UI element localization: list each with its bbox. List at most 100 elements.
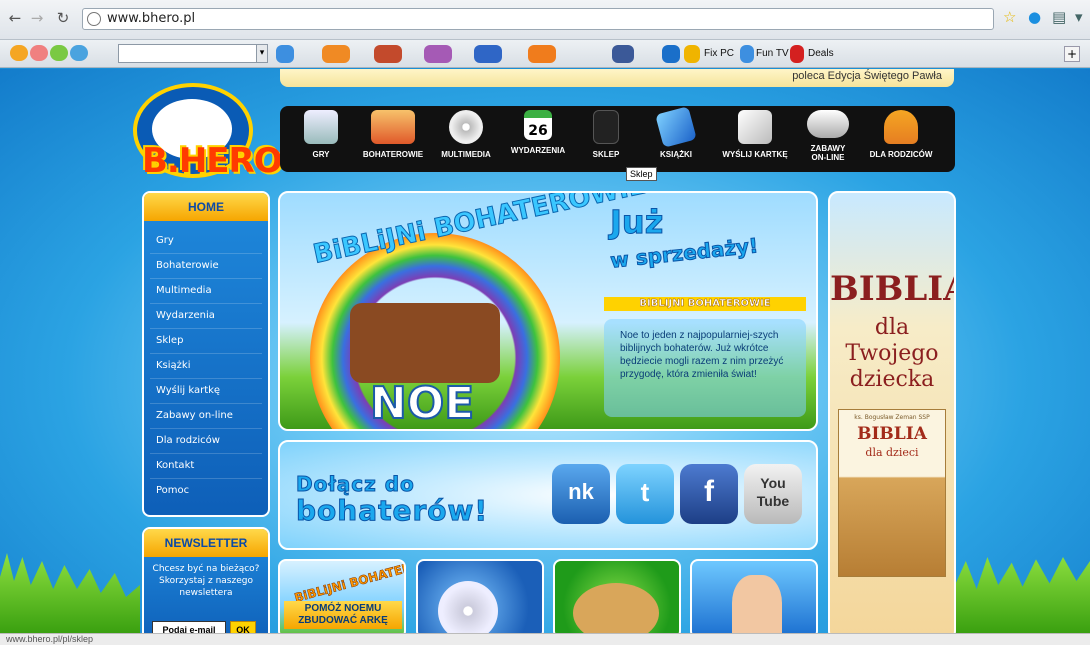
reload-icon[interactable]: ↻: [54, 9, 72, 27]
globe-icon: [87, 12, 101, 26]
facebook-cam-icon[interactable]: [322, 45, 350, 63]
nav-item-wydarzenia[interactable]: 26 WYDARZENIA: [506, 110, 570, 155]
site-logo[interactable]: B.HERO: [130, 71, 283, 181]
tile-kids-photo[interactable]: [690, 559, 818, 633]
hero-series-label: BIBLIJNI BOHATEROWIE: [604, 297, 806, 311]
skype-icon[interactable]: ●: [1028, 8, 1041, 26]
addon-toolbar: ▾ Fix PC Fun TV Deals +: [0, 40, 1090, 68]
tile-ark-game[interactable]: BiBLiJNi BOHATEROWIE POMÓŻ NOEMU ZBUDOWA…: [278, 559, 406, 633]
nav-item-zabawy-online[interactable]: ZABAWY ON-LINE: [804, 110, 852, 162]
ad-title: BIBLIA: [830, 269, 956, 309]
envelope-icon: [738, 110, 772, 144]
book-icon: [655, 106, 697, 148]
back-icon[interactable]: ←: [6, 9, 24, 27]
top-banner[interactable]: poleca Edycja Świętego Pawła: [280, 69, 954, 87]
tile-music[interactable]: [416, 559, 544, 633]
play-icon[interactable]: [276, 45, 294, 63]
sidebar-item-sklep[interactable]: Sklep: [150, 329, 262, 354]
book-author: ks. Bogusław Zeman SSP: [854, 414, 930, 421]
calendar-icon: 26: [524, 110, 552, 140]
add-icon[interactable]: +: [1064, 46, 1080, 62]
sidebar-item-pomoc[interactable]: Pomoc: [150, 479, 262, 504]
chevron-down-icon[interactable]: ▾: [256, 44, 268, 63]
cocktail-icon[interactable]: [662, 45, 680, 63]
nav-label: WYŚLIJ KARTKĘ: [722, 150, 788, 159]
sidebar-item-wyslij-kartke[interactable]: Wyślij kartkę: [150, 379, 262, 404]
hero-description: Noe to jeden z najpopularniej-szych bibl…: [620, 330, 784, 380]
chat-cam-icon[interactable]: [424, 45, 452, 63]
newsletter-description: Chcesz być na bieżąco? Skorzystaj z nasz…: [152, 564, 260, 598]
ok-button[interactable]: OK: [230, 621, 256, 633]
book-cover: ks. Bogusław Zeman SSP BIBLIA dla dzieci: [838, 409, 946, 577]
toolbar-search-input[interactable]: [118, 44, 258, 63]
sidebar-item-gry[interactable]: Gry: [150, 229, 262, 254]
sidebar-item-dla-rodzicow[interactable]: Dla rodziców: [150, 429, 262, 454]
nav-label: MULTIMEDIA: [441, 150, 491, 159]
toolbar-link-funtv[interactable]: Fun TV: [756, 48, 789, 59]
ad-subtitle: dla Twojego dziecka: [845, 315, 939, 392]
youtube-icon[interactable]: You Tube: [744, 464, 802, 524]
nav-label: DLA RODZICÓW: [869, 150, 933, 159]
nav-tooltip: Sklep: [626, 167, 657, 181]
sidebar-item-ksiazki[interactable]: Książki: [150, 354, 262, 379]
browser-toolbar: ← → ↻ www.bhero.pl ☆ ● ▤ ▾: [0, 0, 1090, 40]
sidebar-item-kontakt[interactable]: Kontakt: [150, 454, 262, 479]
toolbar-link-fixpc[interactable]: Fix PC: [704, 48, 734, 59]
children-photo: [732, 575, 782, 633]
main-navigation: GRY BOHATEROWIE MULTIMEDIA 26 WYDARZENIA…: [280, 106, 955, 172]
twitter-icon[interactable]: t: [616, 464, 674, 524]
sidebar-title[interactable]: HOME: [144, 193, 268, 221]
sidebar-item-wydarzenia[interactable]: Wydarzenia: [150, 304, 262, 329]
nav-item-ksiazki[interactable]: KSIĄŻKI: [654, 106, 698, 159]
nav-item-sklep[interactable]: SKLEP: [586, 110, 626, 159]
bookmark-star-icon[interactable]: ☆: [1003, 8, 1016, 26]
nav-item-multimedia[interactable]: MULTIMEDIA: [434, 110, 498, 159]
nav-label: KSIĄŻKI: [660, 150, 692, 159]
nav-item-dla-rodzicow[interactable]: DLA RODZICÓW: [868, 110, 934, 159]
fixpc-icon: [684, 45, 700, 63]
sidebar-menu: HOME Gry Bohaterowie Multimedia Wydarzen…: [142, 191, 270, 517]
cd-icon: [438, 581, 498, 633]
address-bar[interactable]: www.bhero.pl: [82, 8, 994, 30]
page-menu-icon[interactable]: ▤: [1052, 8, 1066, 26]
parents-icon: [884, 110, 918, 144]
sidebar-item-zabawy-online[interactable]: Zabawy on-line: [150, 404, 262, 429]
book-subtitle: dla dzieci: [865, 446, 919, 459]
book-title: BIBLIA: [857, 424, 927, 444]
nk-icon[interactable]: nk: [552, 464, 610, 524]
newsletter-title: NEWSLETTER: [144, 529, 268, 557]
url-text: www.bhero.pl: [107, 11, 196, 26]
toolbar-link-deals[interactable]: Deals: [808, 48, 834, 59]
youtube-cam-icon[interactable]: [374, 45, 402, 63]
gamepad-icon: [807, 110, 849, 138]
side-advertisement[interactable]: BIBLIA dla Twojego dziecka ks. Bogusław …: [828, 191, 956, 633]
nav-item-wyslij-kartke[interactable]: WYŚLIJ KARTKĘ: [720, 110, 790, 159]
wrench-menu-icon[interactable]: ▾: [1075, 8, 1083, 26]
top-banner-text: poleca Edycja Świętego Pawła: [792, 70, 942, 82]
email-input[interactable]: Podaj e-mail: [152, 621, 226, 633]
avatar-group-icon[interactable]: [10, 45, 110, 63]
tag-icon: [790, 45, 804, 63]
globe-cam-icon[interactable]: [474, 45, 502, 63]
nav-label: BOHATEROWIE: [362, 150, 424, 159]
facebook-icon[interactable]: f: [680, 464, 738, 524]
tile-painting[interactable]: [553, 559, 681, 633]
cd-icon: [449, 110, 483, 144]
tile-arc-title: BiBLiJNi BOHATEROWIE: [292, 559, 406, 606]
newsletter-box: NEWSLETTER Chcesz być na bieżąco? Skorzy…: [142, 527, 270, 633]
nav-label: GRY: [312, 150, 330, 159]
shopping-bag-icon: [593, 110, 619, 144]
sidebar-item-bohaterowie[interactable]: Bohaterowie: [150, 254, 262, 279]
forward-icon[interactable]: →: [28, 9, 46, 27]
mail-cam-icon[interactable]: [528, 45, 556, 63]
hero-headline-1: Już: [610, 203, 664, 241]
nav-item-bohaterowie[interactable]: BOHATEROWIE: [358, 110, 428, 159]
hero-description-panel: Noe to jeden z najpopularniej-szych bibl…: [604, 319, 806, 417]
facebook-icon[interactable]: [612, 45, 634, 63]
join-line-1: Dołącz do: [296, 472, 415, 497]
sidebar-item-multimedia[interactable]: Multimedia: [150, 279, 262, 304]
join-line-2: bohaterów!: [295, 494, 489, 528]
nav-item-gry[interactable]: GRY: [298, 110, 344, 159]
tile-caption: POMÓŻ NOEMU ZBUDOWAĆ ARKĘ: [284, 601, 402, 629]
hero-banner[interactable]: BiBLiJNi BOHATEROWIE NOE Już w sprzedaży…: [278, 191, 818, 431]
